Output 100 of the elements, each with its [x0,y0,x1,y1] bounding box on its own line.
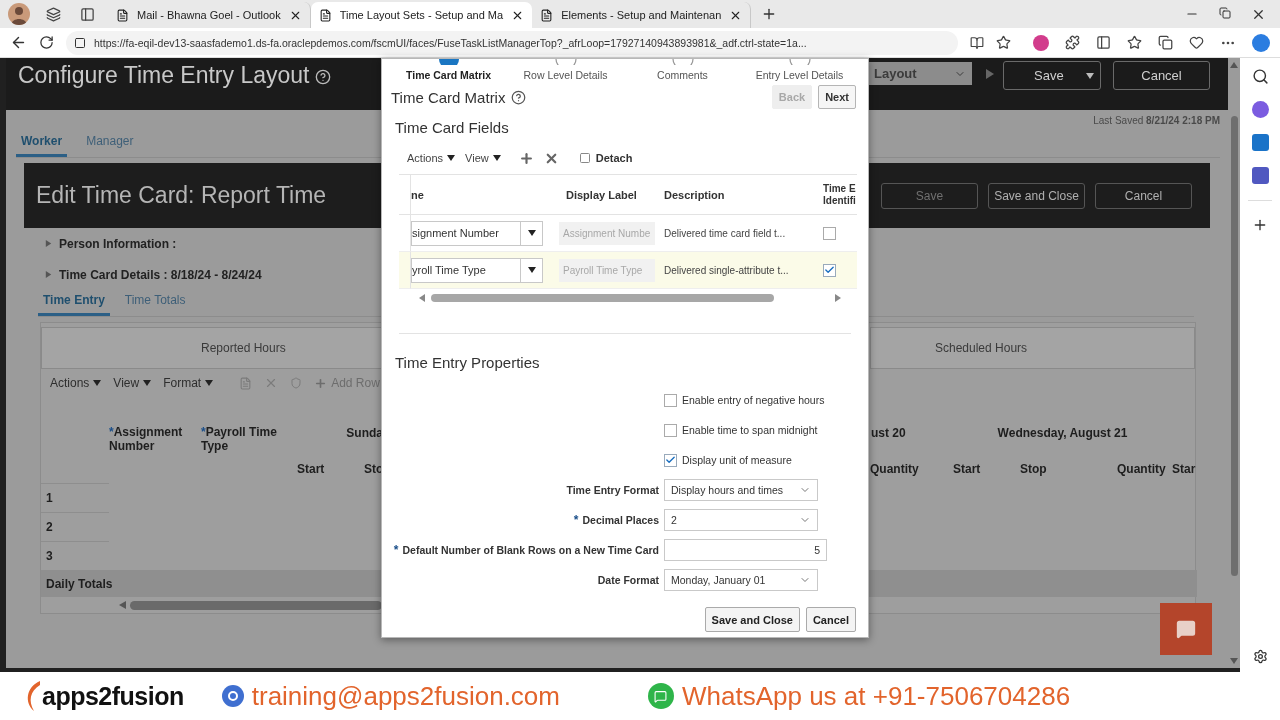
add-icon[interactable] [1252,217,1268,233]
read-aloud-icon[interactable] [970,35,984,50]
help-icon[interactable] [511,89,527,105]
caret-icon [527,230,536,236]
toolbar-menu[interactable]: View [113,376,152,390]
preview-title: Edit Time Card: Report Time [36,182,327,209]
row-header-cell[interactable] [399,215,411,252]
option-label[interactable]: Enable entry of negative hours [682,394,825,406]
step-marker-icon[interactable] [671,59,694,65]
back-icon[interactable] [10,34,27,51]
scrollbar-thumb[interactable] [130,600,382,610]
cancel-button[interactable]: Cancel [1113,61,1210,90]
save-button[interactable]: Save [1003,61,1101,90]
caret-icon [143,380,152,386]
step-label[interactable]: Row Level Details [523,69,608,81]
collections-icon[interactable] [1158,35,1173,50]
help-icon[interactable] [315,69,332,85]
column-header: Start [953,461,982,478]
scroll-down-icon[interactable] [1230,658,1238,664]
caret-icon [205,380,214,386]
restore-icon[interactable] [1219,6,1231,19]
scroll-right-icon[interactable] [835,294,841,302]
section-header[interactable]: Time Card Details : 8/18/24 - 8/24/24 [59,267,262,282]
input-field[interactable]: 5 [664,539,827,561]
scroll-up-icon[interactable] [1230,62,1238,68]
column-header: Quantity [870,461,920,478]
profile-avatar[interactable] [8,3,30,25]
preview-button[interactable]: Cancel [1095,182,1192,209]
extension-icon[interactable] [1033,34,1049,51]
disclosure-icon[interactable] [44,239,53,248]
field-label: Date Format [597,574,659,586]
row-cell[interactable]: yroll Time Type [411,252,556,289]
step-marker-icon[interactable] [788,59,811,65]
column-header: Quantity [1117,461,1167,478]
step-marker-icon[interactable] [437,59,460,65]
chat-button[interactable] [1160,603,1212,655]
scroll-left-icon[interactable] [419,294,425,302]
site-info-icon[interactable] [74,36,86,49]
search-icon[interactable] [1251,68,1269,85]
select-field[interactable]: 2 [664,509,818,531]
section-header[interactable]: Person Information : [59,236,177,251]
section-title: Time Entry Properties [395,354,541,371]
tab-actions-icon[interactable] [79,6,95,22]
scroll-left-icon[interactable] [119,601,126,609]
page-scrollbar-thumb[interactable] [1230,116,1238,576]
toolbar-menu[interactable]: Format [163,376,214,390]
dialog-button[interactable]: Cancel [805,607,856,632]
column-header: Stop [1020,461,1048,478]
required-mark: * [109,425,114,439]
step-label[interactable]: Comments [657,69,708,81]
mail-app-icon[interactable] [1251,134,1269,151]
identifier-checkbox[interactable] [823,263,836,277]
step-label[interactable]: Time Card Matrix [406,69,491,81]
copilot-icon[interactable] [1252,33,1270,52]
section-title: Time Card Fields [395,119,510,136]
detach-button[interactable]: Detach [578,152,633,164]
next-button[interactable]: Next [818,85,856,109]
caret-icon [1086,72,1094,79]
toolbar-menu[interactable]: View [465,152,501,164]
address-field[interactable]: https://fa-eqil-dev13-saasfademo1.ds-fa.oraclepdemos.com/fscmUI/faces/FuseTaskListManagerTop?_afrLoop=17927140943893981&_adf.ctrl-state=1a... [66,30,958,55]
browser-tab[interactable]: Time Layout Sets - Setup and Ma [310,2,533,28]
identifier-checkbox[interactable] [823,226,836,240]
detach-icon [578,152,591,164]
copilot-icon[interactable] [1251,101,1269,118]
toolbar-menu[interactable]: Actions [407,152,456,164]
browser-essentials-icon[interactable] [1189,35,1204,50]
preview-button[interactable]: Save and Close [988,182,1085,209]
option-checkbox[interactable] [664,453,677,467]
disclosure-icon[interactable] [44,270,53,279]
toolbar-menu[interactable]: Actions [50,376,102,390]
scrollbar-thumb[interactable] [431,294,774,302]
next-arrow-icon[interactable] [986,69,994,79]
field-name-select[interactable]: signment Number [411,220,543,246]
dialog-button[interactable]: Save and Close [704,607,800,632]
option-label[interactable]: Enable time to span midnight [682,424,818,436]
description-text: Delivered single-attribute t... [664,264,789,276]
whatsapp-icon [648,683,674,709]
workspaces-icon[interactable] [45,6,61,22]
option-label[interactable]: Display unit of measure [682,454,792,466]
row-header-cell[interactable] [399,252,411,289]
favorites-icon[interactable] [1127,35,1142,50]
add-icon[interactable] [518,150,534,166]
select-field[interactable]: Display hours and times [664,479,818,501]
select-field[interactable]: Monday, January 01 [664,569,818,591]
chat-app-icon[interactable] [1251,167,1269,184]
row-number: 1 [41,483,109,512]
caret-icon [492,155,501,161]
field-name-select[interactable]: yroll Time Type [411,257,543,283]
option-checkbox[interactable] [664,393,677,407]
extensions-icon[interactable] [1065,35,1080,50]
option-checkbox[interactable] [664,423,677,437]
step-marker-icon[interactable] [554,59,577,65]
split-screen-icon[interactable] [1096,35,1111,50]
page-icon [116,8,129,22]
settings-icon[interactable] [1252,649,1268,664]
favorite-icon[interactable] [996,35,1011,50]
reload-icon[interactable] [39,35,54,50]
field-label: Time Entry Format [566,484,659,496]
step-label[interactable]: Entry Level Details [755,69,844,81]
page-icon [318,8,332,22]
